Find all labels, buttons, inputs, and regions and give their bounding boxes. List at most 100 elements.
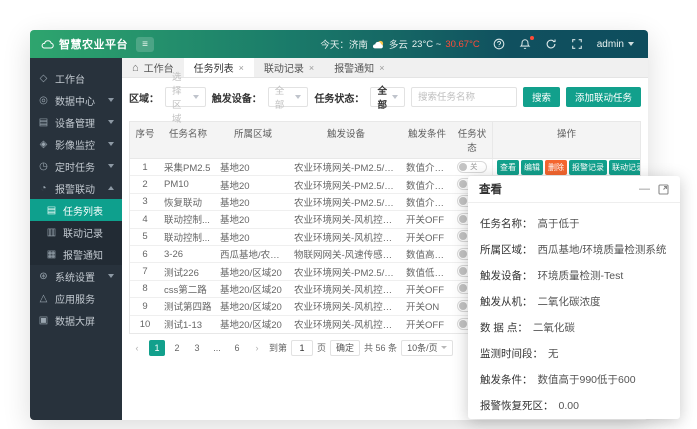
detail-field: 所属区域： 西瓜基地/环境质量检测系统 — [480, 237, 668, 263]
sidebar-item-scheduled-tasks[interactable]: ◷定时任务 — [30, 155, 122, 177]
cell-condition: 数值低于... — [402, 265, 452, 279]
device-label: 触发设备： — [212, 90, 262, 105]
tab-bar: ⌂工作台 任务列表× 联动记录× 报警通知× — [122, 58, 648, 78]
confirm-page-button[interactable]: 确定 — [330, 340, 360, 356]
page-ellipsis: ... — [209, 340, 225, 356]
sidebar-item-data-center[interactable]: ◎数据中心 — [30, 89, 122, 111]
page-2[interactable]: 2 — [169, 340, 185, 356]
alarm-record-button[interactable]: 报警记录 — [569, 160, 607, 175]
sidebar-item-linkage-records[interactable]: ▥联动记录 — [30, 221, 122, 243]
jump-page-input[interactable] — [291, 340, 313, 356]
cell-device: 物联网网关-风速传感器-风速 — [290, 247, 402, 261]
cell-condition: 开关OFF — [402, 317, 452, 331]
sidebar-item-video-monitor[interactable]: ◈影像监控 — [30, 133, 122, 155]
notice-icon: ▦ — [46, 249, 57, 260]
toggle-knob — [459, 163, 467, 171]
cell-condition: 数值高于... — [402, 247, 452, 261]
modal-header: 查看 — — [468, 176, 680, 203]
page-6[interactable]: 6 — [229, 340, 245, 356]
sidebar-item-alarm-linkage[interactable]: ◔报警联动 — [30, 177, 122, 199]
toggle-knob — [459, 232, 467, 240]
help-icon[interactable] — [493, 38, 506, 51]
tab-linkage-records[interactable]: 联动记录× — [254, 58, 324, 77]
status-select[interactable]: 全部 — [370, 87, 405, 107]
toggle-knob — [459, 215, 467, 223]
weather-condition: 多云 — [389, 37, 408, 51]
detail-field: 任务名称： 高于低于 — [480, 211, 668, 237]
page-1[interactable]: 1 — [149, 340, 165, 356]
sidebar-item-app-service[interactable]: △应用服务 — [30, 287, 122, 309]
sidebar-item-settings[interactable]: ⊛系统设置 — [30, 265, 122, 287]
cell-task-name: 测试1-13 — [160, 317, 216, 331]
toggle-knob — [459, 180, 467, 188]
screen-icon: ▣ — [38, 315, 49, 326]
close-icon[interactable]: × — [379, 63, 384, 73]
cell-index: 6 — [130, 249, 160, 260]
cell-condition: 数值介于... — [402, 195, 452, 209]
notifications-bell-icon[interactable] — [519, 38, 532, 51]
edit-button[interactable]: 编辑 — [521, 160, 543, 175]
camera-icon: ◈ — [38, 139, 49, 150]
next-page-icon[interactable]: › — [249, 340, 265, 356]
clock-icon: ◷ — [38, 161, 49, 172]
cell-task-name: 测试226 — [160, 265, 216, 279]
linkage-record-button[interactable]: 联动记录 — [609, 160, 640, 175]
list-icon: ▤ — [46, 205, 57, 216]
sidebar-item-big-screen[interactable]: ▣数据大屏 — [30, 309, 122, 331]
prev-page-icon[interactable]: ‹ — [129, 340, 145, 356]
cell-region: 基地20/区域20 — [216, 282, 290, 296]
chevron-up-icon — [108, 186, 114, 190]
jump-label: 到第 — [269, 341, 287, 354]
status-toggle[interactable]: 关 — [457, 161, 487, 173]
field-value: 0.00 — [559, 393, 579, 419]
tab-task-list[interactable]: 任务列表× — [184, 58, 254, 77]
sidebar-item-device-mgmt[interactable]: ▤设备管理 — [30, 111, 122, 133]
sidebar-item-workbench[interactable]: ◇工作台 — [30, 67, 122, 89]
page: 智慧农业平台 ≡ 今天：济南 多云 23°C ~ 30.67°C — [0, 0, 697, 429]
device-select[interactable]: 全部 — [268, 87, 309, 107]
workbench-icon: ◇ — [38, 73, 49, 84]
tab-alarm-notice[interactable]: 报警通知× — [324, 58, 394, 77]
search-input[interactable] — [411, 87, 517, 107]
fullscreen-icon[interactable] — [571, 38, 584, 51]
maximize-icon[interactable] — [658, 184, 669, 195]
user-menu[interactable]: admin — [597, 39, 634, 50]
cell-status: 关 — [452, 161, 492, 174]
refresh-icon[interactable] — [545, 38, 558, 51]
menu-toggle-icon[interactable]: ≡ — [136, 37, 154, 52]
minimize-icon[interactable]: — — [639, 184, 650, 195]
cell-index: 10 — [130, 319, 160, 330]
cell-region: 基地20/区域20 — [216, 299, 290, 313]
chevron-down-icon — [441, 346, 447, 349]
region-select[interactable]: 选择区域 — [165, 87, 206, 107]
home-icon: ⌂ — [132, 62, 139, 74]
sidebar-item-alarm-notice[interactable]: ▦报警通知 — [30, 243, 122, 265]
logo[interactable]: 智慧农业平台 — [30, 36, 122, 52]
modal-body: 任务名称： 高于低于 所属区域： 西瓜基地/环境质量检测系统 触发设备： 环境质… — [468, 203, 680, 427]
per-page-select[interactable]: 10条/页 — [401, 340, 453, 356]
cell-task-name: 3-26 — [160, 249, 216, 260]
modal-title: 查看 — [479, 181, 502, 197]
search-button[interactable]: 搜索 — [523, 87, 560, 107]
delete-button[interactable]: 删除 — [545, 160, 567, 175]
weather-info: 今天：济南 多云 23°C ~ 30.67°C — [320, 37, 479, 51]
status-label: 任务状态： — [314, 90, 364, 105]
page-3[interactable]: 3 — [189, 340, 205, 356]
close-icon[interactable]: × — [309, 63, 314, 73]
close-icon[interactable]: × — [239, 63, 244, 73]
add-linkage-task-button[interactable]: 添加联动任务 — [566, 87, 641, 107]
alarm-icon: ◔ — [38, 183, 49, 194]
weather-city: 今天：济南 — [320, 37, 368, 51]
toggle-knob — [459, 197, 467, 205]
record-icon: ▥ — [46, 227, 57, 238]
view-button[interactable]: 查看 — [497, 160, 519, 175]
cell-device: 农业环境网关-风机控制-第二路 — [290, 282, 402, 296]
service-icon: △ — [38, 293, 49, 304]
page-word: 页 — [317, 341, 326, 354]
cell-index: 8 — [130, 283, 160, 294]
sidebar-item-task-list[interactable]: ▤任务列表 — [30, 199, 122, 221]
toggle-knob — [459, 302, 467, 310]
device-icon: ▤ — [38, 117, 49, 128]
cell-condition: 数值介于... — [402, 160, 452, 174]
cell-region: 基地20 — [216, 230, 290, 244]
